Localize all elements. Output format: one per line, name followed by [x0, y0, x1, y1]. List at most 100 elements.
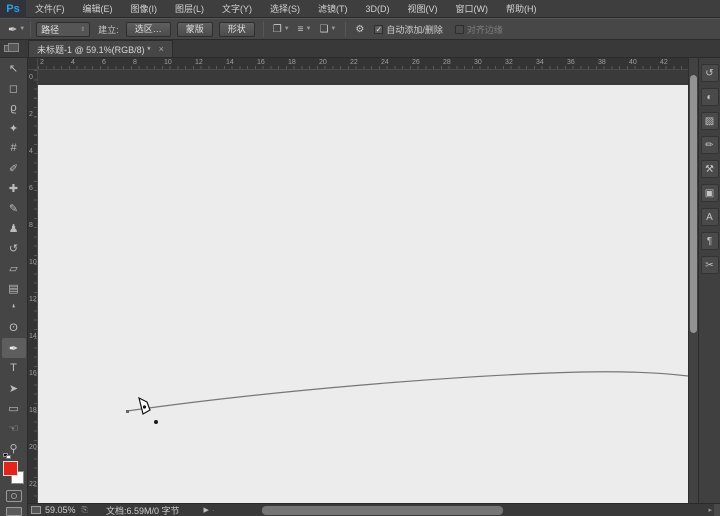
workflow-icon: ⎘ — [82, 505, 88, 515]
menu-item-8[interactable]: 视图(V) — [399, 0, 447, 18]
pen-tool[interactable]: ✒ — [2, 338, 26, 358]
quick-selection-tool[interactable]: ✦ — [2, 118, 26, 138]
hruler-number: 24 — [381, 59, 389, 66]
tool-presets-panel-icon[interactable]: ✂ — [701, 256, 719, 274]
rectangle-tool[interactable]: ▭ — [2, 398, 26, 418]
clone-stamp-tool[interactable]: ♟ — [2, 218, 26, 238]
vertical-scrollbar-thumb[interactable] — [690, 75, 697, 333]
cursor-modifier-dot — [154, 420, 158, 424]
path-arrange-button[interactable]: ❑ ▼ — [319, 24, 336, 35]
vruler-number: 6 — [29, 185, 33, 192]
menu-item-7[interactable]: 3D(D) — [357, 0, 399, 18]
vruler-number: 10 — [29, 259, 37, 266]
status-play-icon[interactable]: ▶ — [203, 506, 208, 514]
align-edges-label: 对齐边缘 — [467, 23, 503, 36]
vruler-number: 18 — [29, 407, 37, 414]
menu-item-4[interactable]: 文字(Y) — [213, 0, 261, 18]
hruler-number: 18 — [288, 59, 296, 66]
zoom-level[interactable]: 59.05% — [45, 505, 76, 515]
close-icon[interactable]: × — [159, 44, 164, 54]
dodge-tool[interactable]: ʘ — [2, 318, 26, 338]
auto-add-delete-checkbox[interactable]: ✓ — [374, 25, 383, 34]
hruler-number: 42 — [660, 59, 668, 66]
quick-mask-icon — [11, 493, 17, 499]
resize-grip[interactable] — [714, 504, 720, 516]
hruler-number: 12 — [195, 59, 203, 66]
brush-panel-icon[interactable]: ✏ — [701, 136, 719, 154]
screen-mode-button[interactable] — [6, 507, 22, 516]
make-selection-button[interactable]: 选区… — [126, 22, 171, 37]
adjustments-panel-icon[interactable]: ◐ — [701, 88, 719, 106]
document-size-info[interactable]: 文档:6.59M/0 字节 — [106, 504, 180, 516]
type-tool[interactable]: T — [2, 358, 26, 378]
color-swatches — [2, 460, 26, 486]
chevron-down-icon: ▼ — [306, 26, 312, 32]
menu-item-3[interactable]: 图层(L) — [166, 0, 213, 18]
document-canvas[interactable] — [38, 85, 688, 503]
menu-item-6[interactable]: 滤镜(T) — [309, 0, 357, 18]
document-icon — [31, 506, 41, 514]
menu-item-1[interactable]: 编辑(E) — [74, 0, 122, 18]
make-mask-button[interactable]: 蒙版 — [177, 22, 213, 37]
eraser-tool[interactable]: ▱ — [2, 258, 26, 278]
foreground-color-swatch[interactable] — [3, 461, 18, 476]
make-shape-button[interactable]: 形状 — [219, 22, 255, 37]
blur-tool[interactable]: ❛ — [2, 298, 26, 318]
menu-item-5[interactable]: 选择(S) — [261, 0, 309, 18]
healing-brush-tool[interactable]: ✚ — [2, 178, 26, 198]
lasso-tool[interactable]: ϱ — [2, 98, 26, 118]
horizontal-scrollbar-thumb[interactable] — [262, 506, 503, 515]
hruler-number: 30 — [474, 59, 482, 66]
marquee-tool[interactable]: ◻ — [2, 78, 26, 98]
document-icon — [4, 45, 13, 52]
crop-tool[interactable]: # — [2, 138, 26, 158]
history-panel-icon[interactable]: ↺ — [701, 64, 719, 82]
clone-source-panel-icon[interactable]: ▣ — [701, 184, 719, 202]
hand-tool[interactable]: ☜ — [2, 418, 26, 438]
hruler-number: 28 — [443, 59, 451, 66]
menu-item-0[interactable]: 文件(F) — [26, 0, 74, 18]
auto-add-delete-option[interactable]: ✓ 自动添加/删除 — [374, 23, 443, 36]
paragraph-panel-icon[interactable]: ¶ — [701, 232, 719, 250]
vertical-ruler[interactable]: 0246810121416182022 — [28, 70, 38, 503]
separator — [263, 21, 264, 37]
pen-options-gear-button[interactable]: ⚙ — [355, 24, 364, 35]
photoshop-window: Ps 文件(F)编辑(E)图像(I)图层(L)文字(Y)选择(S)滤镜(T)3D… — [0, 0, 720, 516]
chevron-down-icon: ▼ — [19, 26, 25, 32]
hruler-number: 40 — [629, 59, 637, 66]
path-selection-tool[interactable]: ➤ — [2, 378, 26, 398]
gradient-tool[interactable]: ▤ — [2, 278, 26, 298]
character-panel-icon[interactable]: A — [701, 208, 719, 226]
brush-tool[interactable]: ✎ — [2, 198, 26, 218]
horizontal-ruler[interactable]: 24681012141618202224262830323436384042 — [38, 58, 690, 70]
photoshop-logo: Ps — [0, 0, 26, 18]
quick-mask-button[interactable] — [6, 490, 22, 501]
menu-item-9[interactable]: 窗口(W) — [447, 0, 498, 18]
menu-item-2[interactable]: 图像(I) — [122, 0, 167, 18]
scroll-right-arrow-icon[interactable]: ▸ — [708, 506, 712, 514]
tool-preset-picker[interactable]: ✒ ▼ — [8, 23, 25, 36]
panel-dock: ↺ ◐ ▨ ✏ ⚒ ▣ A ¶ ✂ — [698, 58, 720, 516]
vruler-number: 22 — [29, 481, 37, 488]
vruler-number: 0 — [29, 74, 33, 81]
status-dot: · — [212, 506, 215, 515]
move-tool[interactable]: ↖ — [2, 58, 26, 78]
pen-cursor-icon — [136, 397, 152, 416]
path-operations-button[interactable]: ❐ ▼ — [273, 24, 290, 35]
menu-items: 文件(F)编辑(E)图像(I)图层(L)文字(Y)选择(S)滤镜(T)3D(D)… — [26, 0, 546, 18]
brush-presets-panel-icon[interactable]: ⚒ — [701, 160, 719, 178]
hruler-number: 26 — [412, 59, 420, 66]
ruler-corner[interactable] — [28, 58, 38, 70]
path-anchor-point[interactable] — [126, 410, 129, 413]
eyedropper-tool[interactable]: ✐ — [2, 158, 26, 178]
path-alignment-button[interactable]: ≡ ▼ — [298, 24, 312, 35]
hruler-number: 6 — [102, 59, 106, 66]
hruler-number: 34 — [536, 59, 544, 66]
history-brush-tool[interactable]: ↺ — [2, 238, 26, 258]
menu-item-10[interactable]: 帮助(H) — [497, 0, 546, 18]
styles-panel-icon[interactable]: ▨ — [701, 112, 719, 130]
vertical-scrollbar[interactable] — [688, 58, 698, 503]
document-tab[interactable]: 未标题-1 @ 59.1%(RGB/8) * × — [28, 40, 173, 57]
tool-mode-dropdown[interactable]: 路径 ⇕ — [36, 22, 90, 37]
default-colors-icon[interactable] — [3, 453, 13, 460]
